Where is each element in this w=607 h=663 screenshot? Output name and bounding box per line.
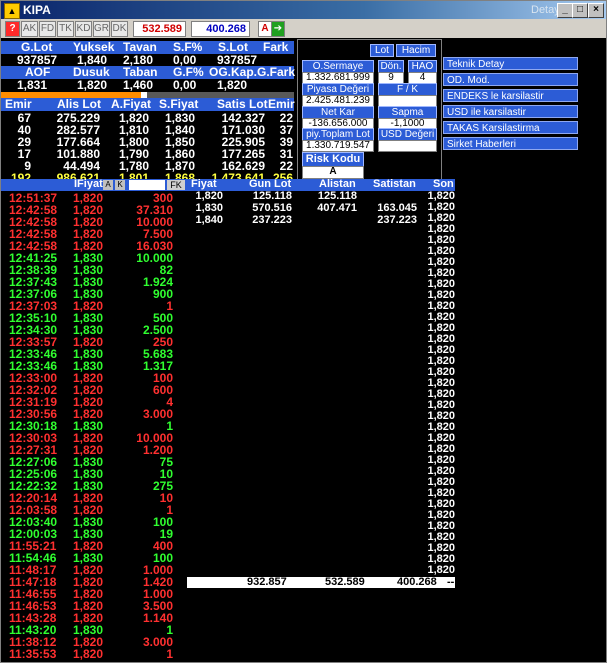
menu-item-takas-karsilastirma[interactable]: TAKAS Karsilastirma [443, 121, 578, 134]
pricelevel-header: Satistan [373, 178, 416, 190]
summary-header: OG.Kap. [209, 65, 258, 79]
filter-input[interactable] [129, 180, 165, 190]
summary-header: AOF [25, 65, 51, 79]
pricelevel-header: Gun Lot [249, 178, 292, 190]
depth-header: S.Fiyat [159, 97, 199, 111]
pricelevel-cell: 125.118 [252, 190, 292, 202]
summary-header: G.Fark [257, 65, 296, 79]
alert-icon[interactable]: ? [5, 21, 20, 37]
summary-header: G.F% [173, 65, 204, 79]
summary-header: S.Lot [218, 40, 248, 54]
pricelevel-cell: 237.223 [252, 214, 292, 226]
tab-kd[interactable]: KD [75, 21, 92, 37]
pricelevel-cell: 1,820 [195, 190, 223, 202]
title-bar[interactable]: ▲ KIPA Detay _ □ × [1, 1, 606, 19]
pricelevel-cell: 163.045 [377, 202, 417, 214]
trade-price: 1,820 [73, 647, 104, 661]
menu-item-teknik-detay[interactable]: Teknik Detay [443, 57, 578, 70]
toolbar: ? AK FD TK KD GR DK 532.589 400.268 A ➔ [1, 19, 606, 38]
pricelevel-cell: 125.118 [317, 190, 357, 202]
a-sort-button[interactable]: A [103, 180, 113, 190]
depth-header: Emir [268, 97, 295, 111]
total-son: -- [447, 576, 455, 588]
menu-item-od-mod-[interactable]: OD. Mod. [443, 73, 578, 86]
summary-header: Dusuk [73, 65, 110, 79]
toolbar-value-red: 532.589 [133, 21, 186, 37]
app-icon: ▲ [4, 3, 20, 19]
tab-dk[interactable]: DK [111, 21, 128, 37]
pricelevel-cell: 237.223 [377, 214, 417, 226]
window-title: KIPA [23, 3, 51, 17]
summary-header: Taban [123, 65, 158, 79]
pricelevel-header: Son [433, 178, 454, 190]
son-cell: 1,820 [427, 564, 455, 576]
menu-item-endeks-le-karsilastir[interactable]: ENDEKS le karsilastir [443, 89, 578, 102]
summary-value: 1,820 [77, 78, 108, 92]
tab-ak[interactable]: AK [21, 21, 38, 37]
info-panel: Lot Hacim O.Sermaye 1.332.681.999 Dön. 9… [297, 39, 442, 180]
a-button[interactable]: A [258, 21, 272, 37]
pricelevel-cell: 407.471 [317, 202, 357, 214]
close-button[interactable]: × [588, 3, 604, 18]
summary-value: 1,820 [217, 78, 248, 92]
pricelevel-header: Alistan [319, 178, 356, 190]
pricelevel-cell: 1,830 [195, 202, 223, 214]
menu-item-usd-ile-karsilastir[interactable]: USD ile karsilastir [443, 105, 578, 118]
lot-button[interactable]: Lot [370, 44, 394, 57]
piytoplam-value: 1.330.719.547 [302, 140, 374, 152]
total-alistan: 532.589 [325, 576, 365, 588]
minimize-button[interactable]: _ [557, 3, 573, 18]
restore-button[interactable]: □ [572, 3, 588, 18]
menu-item-sirket-haberleri[interactable]: Sirket Haberleri [443, 137, 578, 150]
pricelevel-cell: 1,840 [195, 214, 223, 226]
summary-header: Fark [263, 40, 289, 54]
hacim-button[interactable]: Hacim [396, 44, 436, 57]
fk-button[interactable]: FK [167, 180, 185, 190]
main-window: ▲ KIPA Detay _ □ × ? AK FD TK KD GR DK 532.58… [0, 0, 607, 663]
summary-header: Yuksek [73, 40, 115, 54]
toolbar-value-blue: 400.268 [191, 21, 250, 37]
tab-fd[interactable]: FD [39, 21, 56, 37]
depth-header: Satis Lot [217, 97, 268, 111]
summary-header: S.F% [173, 40, 203, 54]
summary-header: Tavan [123, 40, 157, 54]
tab-gr[interactable]: GR [93, 21, 110, 37]
summary-value: 1,831 [17, 78, 48, 92]
summary-header: G.Lot [21, 40, 53, 54]
risk-label: Risk Kodu [302, 152, 364, 167]
summary-value: 1,460 [123, 78, 154, 92]
trade-lot: 1 [166, 647, 173, 661]
depth-header: Alis Lot [57, 97, 101, 111]
totals-row: 932.857 532.589 400.268 -- [187, 576, 455, 588]
depth-header: Emir [5, 97, 32, 111]
trade-time: 11:35:53 [9, 647, 57, 661]
detay-label: Detay [531, 4, 560, 16]
usd-value [378, 140, 437, 152]
pricelevel-cell: 570.516 [252, 202, 292, 214]
summary-value: 0,00 [173, 78, 197, 92]
total-gun-lot: 932.857 [247, 576, 287, 588]
tab-tk[interactable]: TK [57, 21, 74, 37]
arrow-right-icon[interactable]: ➔ [271, 21, 285, 37]
ifiyat-header: IFiyat [74, 178, 103, 190]
pricelevel-header: Fiyat [191, 178, 217, 190]
total-satistan: 400.268 [397, 576, 437, 588]
k-sort-button[interactable]: K [115, 180, 125, 190]
depth-header: A.Fiyat [111, 97, 152, 111]
